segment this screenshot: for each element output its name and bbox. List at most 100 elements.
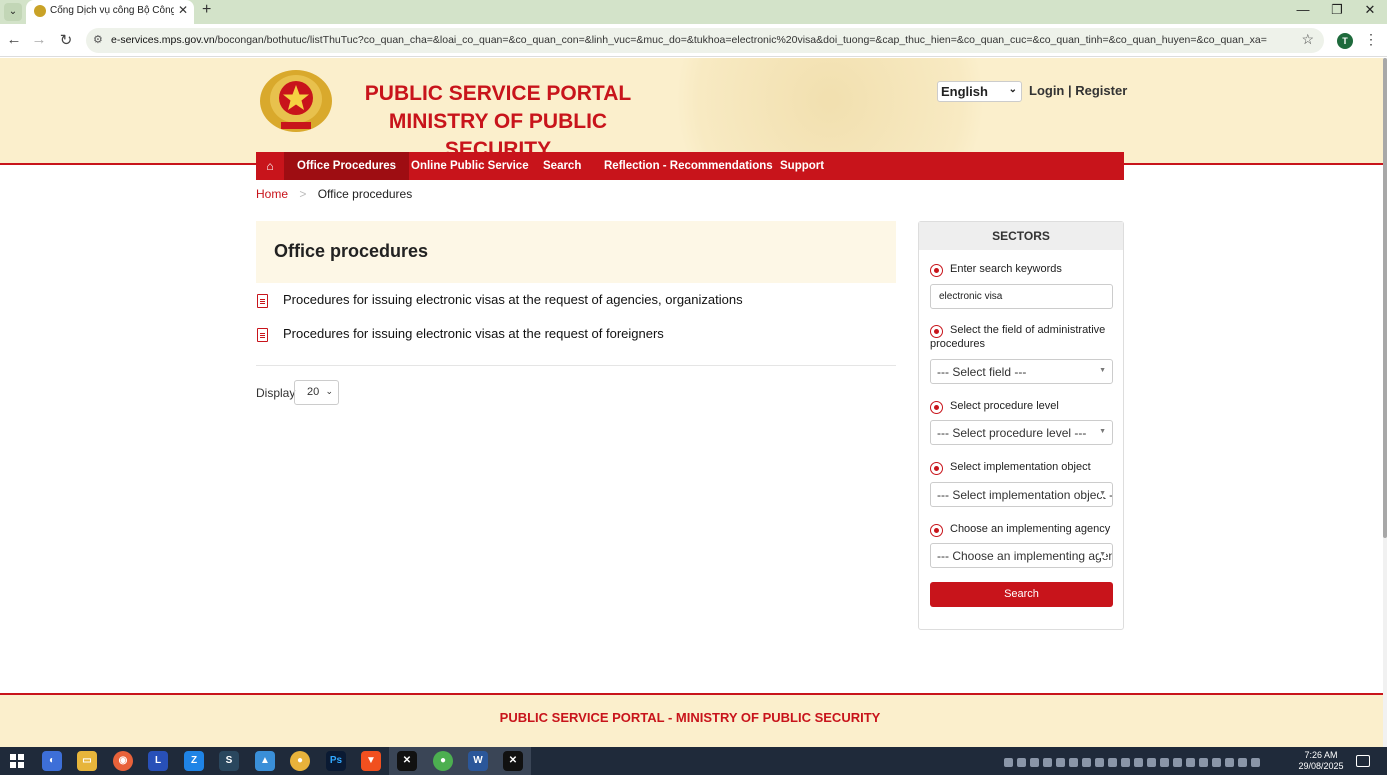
- level-label: Select procedure level: [950, 400, 1059, 412]
- restore-icon[interactable]: ❐: [1326, 2, 1348, 18]
- breadcrumb: Home > Office procedures: [256, 187, 412, 201]
- procedure-link[interactable]: Procedures for issuing electronic visas …: [283, 292, 743, 307]
- site-footer: PUBLIC SERVICE PORTAL - MINISTRY OF PUBL…: [0, 693, 1383, 747]
- display-label: Display: [256, 386, 296, 400]
- site-header: PUBLIC SERVICE PORTAL MINISTRY OF PUBLIC…: [0, 58, 1383, 165]
- language-select[interactable]: English ⌄: [937, 81, 1022, 102]
- home-icon[interactable]: ⌂: [256, 152, 284, 180]
- search-button[interactable]: Search: [930, 582, 1113, 607]
- language-value: English: [941, 84, 988, 99]
- chrome-icon[interactable]: ●: [290, 751, 310, 771]
- caret-down-icon: ▼: [1099, 367, 1106, 374]
- page-scrollbar[interactable]: [1383, 58, 1387, 747]
- page-size-select[interactable]: 20 ⌄: [294, 380, 339, 405]
- login-register-link[interactable]: Login | Register: [1029, 83, 1127, 98]
- content-header: Office procedures: [256, 221, 896, 283]
- agency-select-value: --- Choose an implementing agency ---: [937, 549, 1112, 563]
- site-title-line1: PUBLIC SERVICE PORTAL: [364, 82, 632, 105]
- caret-down-icon: ▼: [1099, 490, 1106, 497]
- taskbar-clock[interactable]: 7:26 AM 29/08/2025: [1297, 750, 1345, 772]
- capcut-icon[interactable]: ✕: [503, 751, 523, 771]
- field-select[interactable]: --- Select field --- ▼: [930, 359, 1113, 384]
- chevron-down-icon: ⌄: [325, 386, 333, 396]
- back-icon[interactable]: ←: [5, 31, 23, 48]
- object-select-value: --- Select implementation object ---: [937, 488, 1113, 502]
- breadcrumb-separator: >: [299, 187, 307, 201]
- url-domain: e-services.mps.gov.vn: [111, 34, 215, 46]
- field-label: Select the field of administrative proce…: [930, 324, 1106, 350]
- close-tab-icon[interactable]: ✕: [178, 3, 188, 17]
- file-explorer-icon[interactable]: ▭: [77, 751, 97, 771]
- object-select[interactable]: --- Select implementation object --- ▼: [930, 482, 1113, 507]
- main-nav: ⌂ Office Procedures Online Public Servic…: [256, 152, 1124, 180]
- steam-icon[interactable]: S: [219, 751, 239, 771]
- page-title: Office procedures: [274, 241, 429, 261]
- nav-search[interactable]: Search: [530, 152, 594, 180]
- menu-icon[interactable]: ⋮: [1364, 31, 1378, 48]
- windows-start-icon[interactable]: [10, 754, 24, 768]
- word-icon[interactable]: W: [468, 751, 488, 771]
- reload-icon[interactable]: ↻: [57, 31, 75, 49]
- capcut-icon[interactable]: ✕: [397, 751, 417, 771]
- browser-tab-bar: ⌄ Cổng Dịch vụ công Bộ Công an ✕ + — ❐ ✕: [0, 0, 1387, 24]
- scrollbar-thumb[interactable]: [1383, 58, 1387, 538]
- browser-tab[interactable]: Cổng Dịch vụ công Bộ Công an ✕: [26, 0, 194, 24]
- ministry-emblem-logo: [260, 70, 332, 132]
- keyword-input[interactable]: electronic visa: [930, 284, 1113, 309]
- page-size-value: 20: [307, 386, 320, 398]
- address-bar: ← → ↻ ⚙ e-services.mps.gov.vn/bocongan/b…: [0, 24, 1387, 57]
- site-settings-icon[interactable]: ⚙: [93, 33, 103, 46]
- document-icon: [257, 328, 268, 342]
- chevron-down-icon: ⌄: [1008, 84, 1017, 95]
- caret-down-icon: ▼: [1099, 551, 1106, 558]
- minimize-icon[interactable]: —: [1292, 2, 1314, 17]
- windows-taskbar: ◐ ▭ ◉ L Z S ▲ ● Ps ▼ ✕ ● W ✕ 7:26 AM 29/…: [0, 747, 1387, 775]
- nav-online-public-service[interactable]: Online Public Service: [398, 152, 542, 180]
- keyword-label: Enter search keywords: [950, 263, 1062, 275]
- zalo-icon[interactable]: Z: [184, 751, 204, 771]
- clock-time: 7:26 AM: [1304, 750, 1338, 760]
- breadcrumb-current: Office procedures: [317, 187, 413, 201]
- close-window-icon[interactable]: ✕: [1359, 2, 1381, 18]
- copilot-icon[interactable]: ◐: [42, 751, 62, 771]
- forward-icon[interactable]: →: [30, 31, 48, 48]
- divider: [256, 365, 896, 366]
- star-icon[interactable]: ☆: [1301, 31, 1314, 48]
- tab-search-icon[interactable]: ⌄: [4, 3, 22, 21]
- tab-title: Cổng Dịch vụ công Bộ Công an: [50, 5, 174, 16]
- url-text: e-services.mps.gov.vn/bocongan/bothutuc/…: [111, 34, 1291, 46]
- header-pattern: [620, 58, 1040, 163]
- firefox-icon[interactable]: ◉: [113, 751, 133, 771]
- page-viewport: PUBLIC SERVICE PORTAL MINISTRY OF PUBLIC…: [0, 58, 1383, 747]
- document-icon: [257, 294, 268, 308]
- site-favicon-icon: [34, 5, 46, 17]
- level-select-value: --- Select procedure level ---: [937, 426, 1087, 440]
- paint-app-icon[interactable]: ▲: [255, 751, 275, 771]
- nav-support[interactable]: Support: [767, 152, 837, 180]
- caret-down-icon: ▼: [1099, 428, 1106, 435]
- system-tray-icons[interactable]: [1004, 756, 1289, 768]
- profile-avatar[interactable]: T: [1337, 33, 1353, 49]
- chrome-profile-icon[interactable]: ●: [433, 751, 453, 771]
- procedure-item[interactable]: Procedures for issuing electronic visas …: [256, 326, 896, 348]
- photoshop-icon[interactable]: Ps: [326, 751, 346, 771]
- l-app-icon[interactable]: L: [148, 751, 168, 771]
- url-field[interactable]: ⚙ e-services.mps.gov.vn/bocongan/bothutu…: [86, 28, 1324, 53]
- clock-date: 29/08/2025: [1298, 761, 1344, 771]
- field-select-value: --- Select field ---: [937, 365, 1027, 379]
- level-select[interactable]: --- Select procedure level --- ▼: [930, 420, 1113, 445]
- footer-text: PUBLIC SERVICE PORTAL - MINISTRY OF PUBL…: [499, 710, 881, 725]
- notification-icon[interactable]: [1356, 755, 1370, 767]
- agency-label: Choose an implementing agency: [950, 523, 1111, 535]
- nav-reflection-recommendations[interactable]: Reflection - Recommendations: [591, 152, 786, 180]
- sectors-sidebar: SECTORS Enter search keywords electronic…: [918, 221, 1124, 630]
- procedure-item[interactable]: Procedures for issuing electronic visas …: [256, 292, 896, 314]
- new-tab-icon[interactable]: +: [202, 1, 211, 19]
- object-label: Select implementation object: [950, 461, 1091, 473]
- breadcrumb-home[interactable]: Home: [256, 187, 288, 201]
- brave-icon[interactable]: ▼: [361, 751, 381, 771]
- nav-office-procedures[interactable]: Office Procedures: [284, 152, 410, 180]
- agency-select[interactable]: --- Choose an implementing agency --- ▼: [930, 543, 1113, 568]
- procedure-link[interactable]: Procedures for issuing electronic visas …: [283, 326, 664, 341]
- sidebar-heading: SECTORS: [919, 222, 1123, 250]
